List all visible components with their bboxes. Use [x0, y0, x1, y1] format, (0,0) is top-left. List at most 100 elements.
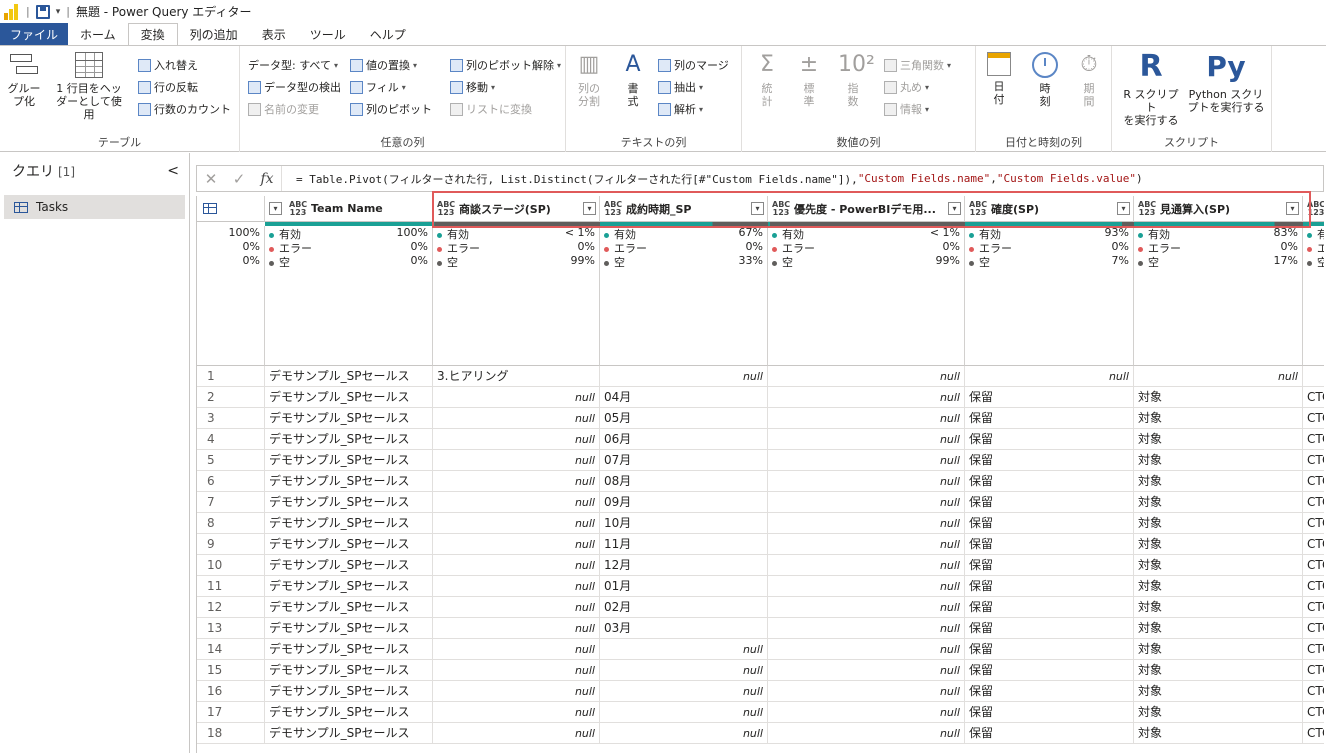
column-type-icon[interactable]: ABC 123 [969, 200, 987, 217]
collapse-pane-button[interactable]: < [167, 163, 179, 179]
table-cell[interactable]: デモサンプル_SPセールス [265, 618, 433, 639]
column-type-icon[interactable]: ABC 123 [1138, 200, 1156, 217]
table-cell[interactable]: null [768, 429, 965, 450]
table-cell[interactable]: 保留 [965, 576, 1134, 597]
table-cell[interactable]: null [433, 471, 600, 492]
table-cell[interactable]: 12月 [600, 555, 768, 576]
table-cell[interactable]: 対象 [1134, 492, 1303, 513]
table-menu-button[interactable] [197, 196, 265, 222]
table-cell[interactable]: 保留 [965, 387, 1134, 408]
transpose-button[interactable]: 入れ替え [138, 56, 198, 74]
extract-button[interactable]: 抽出 ▾ [658, 78, 703, 96]
table-cell[interactable] [1303, 366, 1324, 387]
column-filter-icon[interactable]: ▾ [948, 202, 961, 215]
detect-type-button[interactable]: データ型の検出 [248, 78, 341, 96]
use-first-row-button[interactable]: 1 行目をヘッ ダーとして使用 [52, 52, 126, 121]
table-cell[interactable]: null [433, 387, 600, 408]
table-cell[interactable]: null [768, 660, 965, 681]
table-cell[interactable]: 対象 [1134, 702, 1303, 723]
table-cell[interactable]: null [768, 366, 965, 387]
table-cell[interactable]: null [433, 681, 600, 702]
table-cell[interactable]: 保留 [965, 702, 1134, 723]
group-by-button[interactable]: グルー プ化 [6, 52, 42, 108]
column-filter-icon[interactable]: ▾ [269, 202, 282, 215]
table-cell[interactable]: null [768, 471, 965, 492]
table-cell[interactable]: 対象 [1134, 681, 1303, 702]
table-cell[interactable]: 03月 [600, 618, 768, 639]
query-item-tasks[interactable]: Tasks [4, 195, 185, 219]
table-cell[interactable]: 01月 [600, 576, 768, 597]
standard-button[interactable]: ± 標 準 [794, 52, 824, 108]
column-header[interactable]: ABC 123 見通算入(SP) ▾ [1134, 196, 1303, 222]
trig-button[interactable]: 三角関数 ▾ [884, 56, 951, 74]
table-cell[interactable]: 04月 [600, 387, 768, 408]
table-cell[interactable]: 保留 [965, 429, 1134, 450]
table-cell[interactable]: デモサンプル_SPセールス [265, 471, 433, 492]
table-row[interactable]: 13デモサンプル_SPセールスnull03月null保留対象CTC [197, 618, 1324, 639]
table-cell[interactable]: 対象 [1134, 639, 1303, 660]
rename-button[interactable]: 名前の変更 [248, 100, 319, 118]
column-type-icon[interactable]: ABC 123 [289, 200, 307, 217]
table-cell[interactable]: null [600, 639, 768, 660]
table-cell[interactable]: CTC [1303, 450, 1324, 471]
replace-values-button[interactable]: 値の置換 ▾ [350, 56, 417, 74]
table-cell[interactable]: null [768, 555, 965, 576]
table-row[interactable]: 10デモサンプル_SPセールスnull12月null保留対象CTC [197, 555, 1324, 576]
table-cell[interactable]: null [433, 555, 600, 576]
table-cell[interactable]: null [600, 681, 768, 702]
table-cell[interactable]: デモサンプル_SPセールス [265, 534, 433, 555]
confirm-icon[interactable]: ✓ [225, 170, 253, 188]
table-cell[interactable]: null [768, 492, 965, 513]
parse-button[interactable]: 解析 ▾ [658, 100, 703, 118]
table-row[interactable]: 14デモサンプル_SPセールスnullnullnull保留対象CTC [197, 639, 1324, 660]
table-cell[interactable]: 08月 [600, 471, 768, 492]
table-cell[interactable]: デモサンプル_SPセールス [265, 408, 433, 429]
table-cell[interactable]: null [433, 534, 600, 555]
table-row[interactable]: 11デモサンプル_SPセールスnull01月null保留対象CTC [197, 576, 1324, 597]
table-cell[interactable]: 保留 [965, 555, 1134, 576]
table-cell[interactable]: デモサンプル_SPセールス [265, 387, 433, 408]
table-cell[interactable]: デモサンプル_SPセールス [265, 702, 433, 723]
tab-add-column[interactable]: 列の追加 [178, 23, 250, 45]
table-cell[interactable]: 対象 [1134, 555, 1303, 576]
table-cell[interactable]: 対象 [1134, 723, 1303, 744]
table-cell[interactable]: デモサンプル_SPセールス [265, 597, 433, 618]
tab-view[interactable]: 表示 [250, 23, 298, 45]
table-cell[interactable]: null [768, 450, 965, 471]
column-filter-icon[interactable]: ▾ [1286, 202, 1299, 215]
table-row[interactable]: 3デモサンプル_SPセールスnull05月null保留対象CTC [197, 408, 1324, 429]
table-cell[interactable]: 対象 [1134, 450, 1303, 471]
table-cell[interactable]: 保留 [965, 597, 1134, 618]
table-row[interactable]: 12デモサンプル_SPセールスnull02月null保留対象CTC [197, 597, 1324, 618]
table-cell[interactable]: null [768, 534, 965, 555]
table-cell[interactable]: 保留 [965, 618, 1134, 639]
table-cell[interactable]: 保留 [965, 513, 1134, 534]
table-cell[interactable]: null [768, 681, 965, 702]
column-header[interactable]: ABC 123 [1303, 196, 1324, 222]
pivot-button[interactable]: 列のピボット [350, 100, 432, 118]
table-cell[interactable]: null [433, 702, 600, 723]
table-cell[interactable]: null [768, 408, 965, 429]
tab-tools[interactable]: ツール [298, 23, 358, 45]
table-cell[interactable]: null [433, 492, 600, 513]
table-cell[interactable]: 対象 [1134, 534, 1303, 555]
table-cell[interactable]: CTC [1303, 471, 1324, 492]
table-cell[interactable]: null [1134, 366, 1303, 387]
table-cell[interactable]: 06月 [600, 429, 768, 450]
info-button[interactable]: 情報 ▾ [884, 100, 929, 118]
table-cell[interactable]: 保留 [965, 681, 1134, 702]
column-header[interactable]: ABC 123 優先度 - PowerBIデモ用... ▾ [768, 196, 965, 222]
statistics-button[interactable]: Σ 統 計 [752, 52, 782, 108]
table-cell[interactable]: 保留 [965, 639, 1134, 660]
table-cell[interactable]: 保留 [965, 723, 1134, 744]
count-rows-button[interactable]: 行数のカウント [138, 100, 231, 118]
table-row[interactable]: 9デモサンプル_SPセールスnull11月null保留対象CTC [197, 534, 1324, 555]
formula-input[interactable]: = Table.Pivot(フィルターされた行, List.Distinct(フ… [281, 166, 1143, 191]
table-cell[interactable]: CTC [1303, 660, 1324, 681]
table-cell[interactable]: 対象 [1134, 660, 1303, 681]
table-cell[interactable]: CTC [1303, 387, 1324, 408]
table-cell[interactable]: デモサンプル_SPセールス [265, 576, 433, 597]
fx-icon[interactable]: fx [253, 171, 281, 187]
table-cell[interactable]: 11月 [600, 534, 768, 555]
table-cell[interactable]: 02月 [600, 597, 768, 618]
